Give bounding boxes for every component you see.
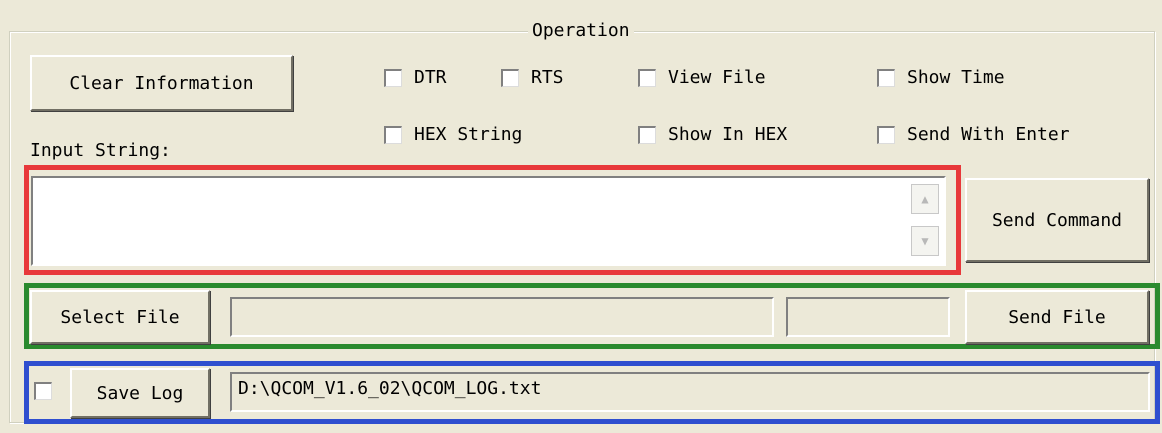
save-log-enable-checkbox-box[interactable] xyxy=(34,382,52,400)
hex-string-checkbox-box[interactable] xyxy=(384,125,402,144)
hex-string-checkbox[interactable]: HEX String xyxy=(384,124,522,145)
input-string-label: Input String: xyxy=(30,140,171,161)
send-with-enter-checkbox-box[interactable] xyxy=(877,125,895,144)
scroll-down-button[interactable]: ▼ xyxy=(911,226,939,256)
clear-information-button[interactable]: Clear Information xyxy=(30,55,293,111)
scroll-up-button[interactable]: ▲ xyxy=(911,184,939,214)
rts-label: RTS xyxy=(531,67,564,88)
dtr-checkbox[interactable]: DTR xyxy=(384,67,447,88)
select-file-button[interactable]: Select File xyxy=(30,290,210,344)
send-file-label: Send File xyxy=(1008,306,1106,328)
dtr-checkbox-box[interactable] xyxy=(384,68,402,87)
log-path-text: D:\QCOM_V1.6_02\QCOM_LOG.txt xyxy=(238,378,542,399)
save-log-enable-checkbox[interactable] xyxy=(34,382,52,400)
chevron-down-icon: ▼ xyxy=(921,234,929,248)
file-path-field[interactable] xyxy=(230,297,774,337)
clear-information-label: Clear Information xyxy=(69,72,254,94)
rts-checkbox-box[interactable] xyxy=(501,68,519,87)
send-with-enter-checkbox[interactable]: Send With Enter xyxy=(877,124,1070,145)
view-file-checkbox-box[interactable] xyxy=(638,68,656,87)
input-string-textarea[interactable] xyxy=(31,176,946,266)
view-file-checkbox[interactable]: View File xyxy=(638,67,766,88)
save-log-label: Save Log xyxy=(96,382,184,404)
send-file-button[interactable]: Send File xyxy=(965,290,1149,344)
show-time-label: Show Time xyxy=(907,67,1005,88)
show-in-hex-label: Show In HEX xyxy=(668,124,788,145)
chevron-up-icon: ▲ xyxy=(921,192,929,206)
show-time-checkbox-box[interactable] xyxy=(877,68,895,87)
send-command-label: Send Command xyxy=(991,209,1123,231)
view-file-label: View File xyxy=(668,67,766,88)
select-file-label: Select File xyxy=(60,306,180,328)
file-extra-field[interactable] xyxy=(786,297,950,337)
save-log-button[interactable]: Save Log xyxy=(70,368,210,418)
dtr-label: DTR xyxy=(414,67,447,88)
operation-group-title: Operation xyxy=(528,19,634,43)
hex-string-label: HEX String xyxy=(414,124,523,145)
send-with-enter-label: Send With Enter xyxy=(907,124,1070,145)
rts-checkbox[interactable]: RTS xyxy=(501,67,564,88)
send-command-button[interactable]: Send Command xyxy=(965,178,1149,262)
show-in-hex-checkbox-box[interactable] xyxy=(638,125,656,144)
show-in-hex-checkbox[interactable]: Show In HEX xyxy=(638,124,787,145)
show-time-checkbox[interactable]: Show Time xyxy=(877,67,1005,88)
